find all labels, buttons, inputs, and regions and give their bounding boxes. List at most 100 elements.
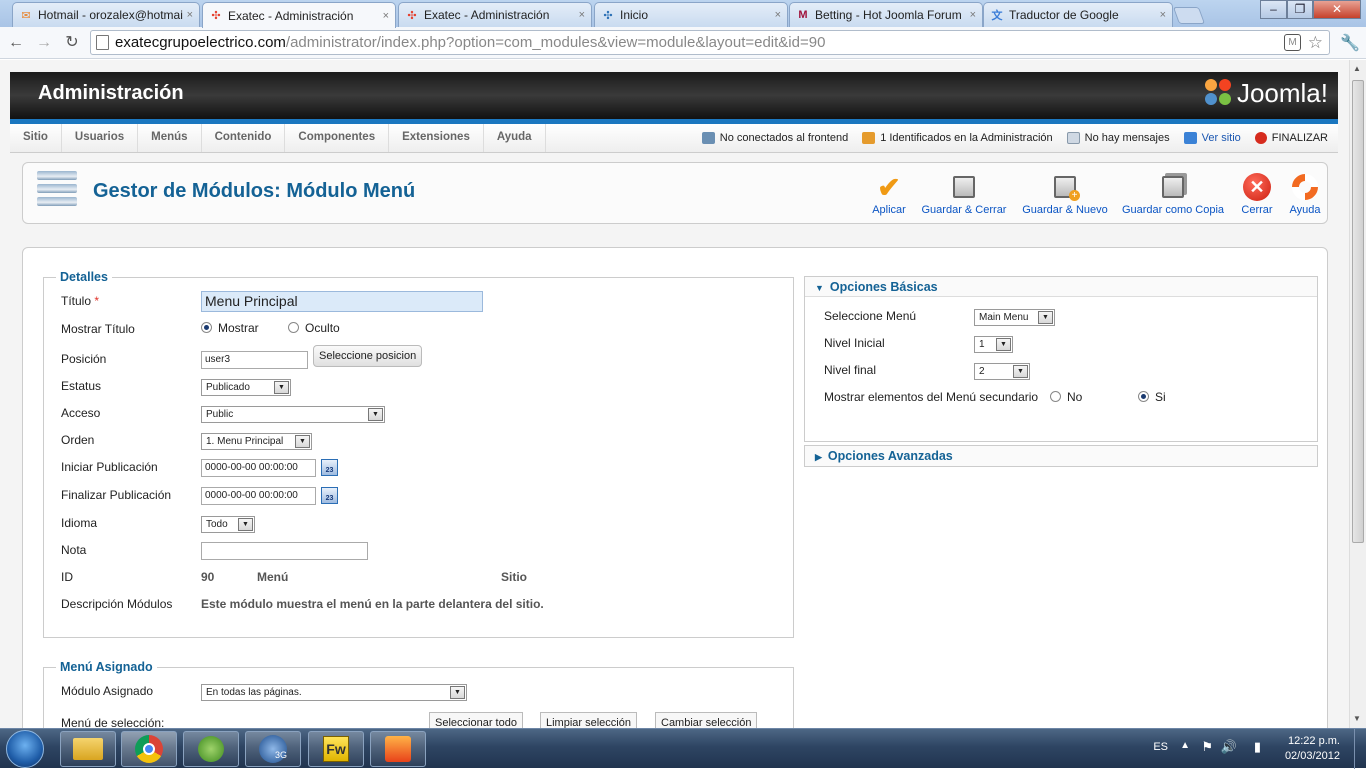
publish-down-label: Finalizar Publicación xyxy=(61,488,172,502)
tab-betting-forum[interactable]: M Betting - Hot Joomla Forum × xyxy=(789,2,983,27)
tab-exatec-admin-active[interactable]: ✣ Exatec - Administración × xyxy=(202,2,396,28)
users-icon xyxy=(701,132,715,144)
calendar-icon[interactable]: 23 xyxy=(321,487,338,504)
close-tab-icon[interactable]: × xyxy=(775,9,781,21)
tab-inicio[interactable]: ✣ Inicio × xyxy=(594,2,788,27)
publish-down-input[interactable]: 0000-00-00 00:00:00 xyxy=(201,487,316,505)
radio-unchecked[interactable] xyxy=(1050,391,1061,402)
order-select[interactable]: 1. Menu Principal ▼ xyxy=(201,433,312,450)
close-tab-icon[interactable]: × xyxy=(970,9,976,21)
menu-item-sitio[interactable]: Sitio xyxy=(10,124,62,152)
show-hidden-icons-icon[interactable]: ▲ xyxy=(1180,740,1190,751)
language-indicator[interactable]: ES xyxy=(1153,741,1168,753)
position-input[interactable]: user3 xyxy=(201,351,308,369)
extension-icon[interactable]: M xyxy=(1284,34,1301,51)
maximize-button[interactable]: ❐ xyxy=(1287,0,1313,19)
logout-text[interactable]: FINALIZAR xyxy=(1272,132,1328,144)
start-level-select[interactable]: 1 ▼ xyxy=(974,336,1013,353)
reload-icon[interactable]: ↻ xyxy=(61,32,83,54)
advanced-options-header[interactable]: ▶ Opciones Avanzadas xyxy=(805,446,1317,466)
page-toolbar: Gestor de Módulos: Módulo Menú ✔ Aplicar… xyxy=(22,162,1328,224)
calendar-icon[interactable]: 23 xyxy=(321,459,338,476)
save-close-button[interactable]: Guardar & Cerrar xyxy=(919,173,1009,216)
close-window-button[interactable]: ✕ xyxy=(1313,0,1361,19)
taskbar-3g-icon[interactable]: 3G xyxy=(245,731,301,767)
end-level-select[interactable]: 2 ▼ xyxy=(974,363,1030,380)
title-input[interactable]: Menu Principal xyxy=(201,291,483,312)
select-all-button[interactable]: Seleccionar todo xyxy=(429,712,523,728)
network-icon[interactable]: ▮ xyxy=(1254,739,1261,755)
address-bar[interactable]: exatecgrupoelectrico.com/administrator/i… xyxy=(90,30,1330,55)
menu-item-usuarios[interactable]: Usuarios xyxy=(62,124,139,152)
minimize-button[interactable]: – xyxy=(1260,0,1287,19)
tab-exatec-admin[interactable]: ✣ Exatec - Administración × xyxy=(398,2,592,27)
taskbar-app-icon[interactable] xyxy=(370,731,426,767)
scrollbar-thumb[interactable] xyxy=(1352,80,1364,543)
title-label-text: Título xyxy=(61,294,92,308)
radio-unchecked[interactable] xyxy=(288,322,300,333)
taskbar-messenger-icon[interactable] xyxy=(183,731,239,767)
scroll-up-arrow-icon[interactable]: ▲ xyxy=(1353,64,1361,73)
taskbar-chrome-icon[interactable] xyxy=(121,731,177,767)
joomla-logo-text: Joomla! xyxy=(1236,77,1328,108)
show-desktop-button[interactable] xyxy=(1354,729,1366,769)
radio-checked[interactable] xyxy=(1138,391,1149,402)
new-tab-button[interactable] xyxy=(1172,7,1206,24)
clock[interactable]: 12:22 p.m. 02/03/2012 xyxy=(1285,734,1340,764)
menu-item-componentes[interactable]: Componentes xyxy=(285,124,390,152)
messages-status[interactable]: No hay mensajes xyxy=(1066,132,1170,144)
advanced-options-panel[interactable]: ▶ Opciones Avanzadas xyxy=(804,445,1318,467)
show-submenu-radio-yes[interactable]: Si xyxy=(1138,390,1166,404)
language-select[interactable]: Todo ▼ xyxy=(201,516,255,533)
toggle-selection-button[interactable]: Cambiar selección xyxy=(655,712,758,728)
close-tab-icon[interactable]: × xyxy=(187,9,193,21)
scroll-down-arrow-icon[interactable]: ▼ xyxy=(1353,714,1361,723)
basic-options-header[interactable]: ▼ Opciones Básicas xyxy=(805,277,1317,297)
show-submenu-radio-no[interactable]: No xyxy=(1050,390,1082,404)
save-new-icon: + xyxy=(1051,173,1080,201)
bookmark-star-icon[interactable]: ☆ xyxy=(1308,31,1323,54)
select-position-button[interactable]: Seleccione posicion xyxy=(313,345,423,367)
tab-hotmail[interactable]: ✉ Hotmail - orozalex@hotmai × xyxy=(12,2,200,27)
view-site-text[interactable]: Ver sitio xyxy=(1202,132,1241,144)
radio-checked[interactable] xyxy=(201,322,212,333)
close-tab-icon[interactable]: × xyxy=(383,10,389,22)
access-select[interactable]: Public ▼ xyxy=(201,406,385,423)
apply-button[interactable]: ✔ Aplicar xyxy=(869,171,909,217)
close-tab-icon[interactable]: × xyxy=(579,9,585,21)
save-new-button[interactable]: + Guardar & Nuevo xyxy=(1021,173,1109,216)
note-input[interactable] xyxy=(201,542,368,560)
show-title-radio-show[interactable]: Mostrar xyxy=(201,321,259,335)
save-close-label: Guardar & Cerrar xyxy=(921,204,1007,216)
wrench-menu-icon[interactable]: 🔧 xyxy=(1340,33,1360,53)
close-tab-icon[interactable]: × xyxy=(1160,9,1166,21)
menu-item-menus[interactable]: Menús xyxy=(138,124,202,152)
status-area: No conectados al frontend 1 Identificado… xyxy=(688,124,1328,152)
close-button[interactable]: ✕ Cerrar xyxy=(1237,173,1277,216)
view-site-link[interactable]: Ver sitio xyxy=(1183,132,1241,144)
status-select[interactable]: Publicado ▼ xyxy=(201,379,291,396)
action-center-flag-icon[interactable]: ⚑ xyxy=(1201,739,1213,755)
select-menu-select[interactable]: Main Menu ▼ xyxy=(974,309,1055,326)
logout-link[interactable]: FINALIZAR xyxy=(1254,132,1328,144)
show-title-radio-hide[interactable]: Oculto xyxy=(288,321,340,335)
volume-icon[interactable]: 🔊 xyxy=(1221,739,1237,755)
taskbar-fireworks-icon[interactable]: Fw xyxy=(308,731,364,767)
page-scrollbar[interactable]: ▲ ▼ xyxy=(1349,60,1366,728)
save-copy-button[interactable]: Guardar como Copia xyxy=(1121,173,1225,216)
menu-item-extensiones[interactable]: Extensiones xyxy=(389,124,484,152)
module-assigned-select[interactable]: En todas las páginas. ▼ xyxy=(201,684,467,701)
clear-selection-button[interactable]: Limpiar selección xyxy=(540,712,637,728)
forward-arrow-icon[interactable]: → xyxy=(33,32,55,54)
chevron-down-icon: ▼ xyxy=(238,518,253,531)
start-button[interactable] xyxy=(6,730,44,768)
menu-item-ayuda[interactable]: Ayuda xyxy=(484,124,546,152)
menu-item-contenido[interactable]: Contenido xyxy=(202,124,286,152)
title-label: Título * xyxy=(61,294,99,308)
back-arrow-icon[interactable]: ← xyxy=(5,32,27,54)
taskbar-explorer-icon[interactable] xyxy=(60,731,116,767)
tab-google-translate[interactable]: 文 Traductor de Google × xyxy=(983,2,1173,27)
checkmark-icon: ✔ xyxy=(877,171,901,203)
publish-up-input[interactable]: 0000-00-00 00:00:00 xyxy=(201,459,316,477)
help-button[interactable]: Ayuda xyxy=(1285,168,1325,216)
